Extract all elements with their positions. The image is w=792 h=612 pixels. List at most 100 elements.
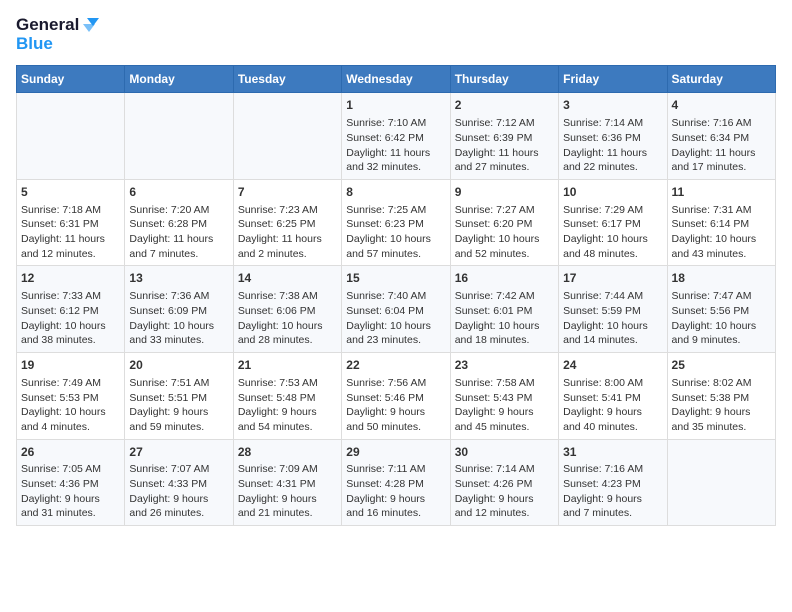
day-info: Sunrise: 7:11 AM Sunset: 4:28 PM Dayligh… <box>346 462 445 521</box>
day-info: Sunrise: 7:07 AM Sunset: 4:33 PM Dayligh… <box>129 462 228 521</box>
day-info: Sunrise: 7:31 AM Sunset: 6:14 PM Dayligh… <box>672 203 771 262</box>
day-number: 13 <box>129 270 228 287</box>
day-number: 14 <box>238 270 337 287</box>
calendar-cell: 26Sunrise: 7:05 AM Sunset: 4:36 PM Dayli… <box>17 439 125 526</box>
calendar-cell: 8 Sunrise: 7:25 AM Sunset: 6:23 PM Daylig… <box>342 179 450 266</box>
day-number: 27 <box>129 444 228 461</box>
day-number: 1 <box>346 97 445 114</box>
calendar-cell: 14 Sunrise: 7:38 AM Sunset: 6:06 PM Dayli… <box>233 266 341 353</box>
day-number: 20 <box>129 357 228 374</box>
calendar-cell: 9 Sunrise: 7:27 AM Sunset: 6:20 PM Daylig… <box>450 179 558 266</box>
calendar-cell: 11 Sunrise: 7:31 AM Sunset: 6:14 PM Dayli… <box>667 179 775 266</box>
day-info: Sunrise: 7:56 AM Sunset: 5:46 PM Dayligh… <box>346 376 445 435</box>
calendar-cell: 30Sunrise: 7:14 AM Sunset: 4:26 PM Dayli… <box>450 439 558 526</box>
page-header: General Blue <box>16 16 776 53</box>
calendar-cell: 6 Sunrise: 7:20 AM Sunset: 6:28 PM Daylig… <box>125 179 233 266</box>
day-info: Sunrise: 8:00 AM Sunset: 5:41 PM Dayligh… <box>563 376 662 435</box>
day-number: 6 <box>129 184 228 201</box>
calendar-cell <box>17 93 125 180</box>
day-number: 22 <box>346 357 445 374</box>
day-info: Sunrise: 7:16 AM Sunset: 4:23 PM Dayligh… <box>563 462 662 521</box>
day-number: 10 <box>563 184 662 201</box>
day-info: Sunrise: 7:14 AM Sunset: 6:36 PM Dayligh… <box>563 116 662 175</box>
calendar-cell: 10 Sunrise: 7:29 AM Sunset: 6:17 PM Dayli… <box>559 179 667 266</box>
calendar-cell <box>233 93 341 180</box>
day-number: 25 <box>672 357 771 374</box>
day-info: Sunrise: 7:58 AM Sunset: 5:43 PM Dayligh… <box>455 376 554 435</box>
logo: General Blue <box>16 16 99 53</box>
calendar-cell <box>667 439 775 526</box>
day-info: Sunrise: 7:51 AM Sunset: 5:51 PM Dayligh… <box>129 376 228 435</box>
day-info: Sunrise: 7:53 AM Sunset: 5:48 PM Dayligh… <box>238 376 337 435</box>
day-number: 28 <box>238 444 337 461</box>
day-info: Sunrise: 7:05 AM Sunset: 4:36 PM Dayligh… <box>21 462 120 521</box>
day-info: Sunrise: 7:29 AM Sunset: 6:17 PM Dayligh… <box>563 203 662 262</box>
day-header-friday: Friday <box>559 66 667 93</box>
calendar-cell: 17 Sunrise: 7:44 AM Sunset: 5:59 PM Dayli… <box>559 266 667 353</box>
day-number: 24 <box>563 357 662 374</box>
day-number: 12 <box>21 270 120 287</box>
day-info: Sunrise: 7:33 AM Sunset: 6:12 PM Dayligh… <box>21 289 120 348</box>
day-header-tuesday: Tuesday <box>233 66 341 93</box>
calendar-cell: 21Sunrise: 7:53 AM Sunset: 5:48 PM Dayli… <box>233 353 341 440</box>
day-info: Sunrise: 7:12 AM Sunset: 6:39 PM Dayligh… <box>455 116 554 175</box>
day-number: 18 <box>672 270 771 287</box>
calendar-cell: 5 Sunrise: 7:18 AM Sunset: 6:31 PM Daylig… <box>17 179 125 266</box>
calendar-cell: 25 Sunrise: 8:02 AM Sunset: 5:38 PM Dayli… <box>667 353 775 440</box>
calendar-cell: 4Sunrise: 7:16 AM Sunset: 6:34 PM Daylig… <box>667 93 775 180</box>
day-number: 16 <box>455 270 554 287</box>
day-info: Sunrise: 7:18 AM Sunset: 6:31 PM Dayligh… <box>21 203 120 262</box>
day-number: 30 <box>455 444 554 461</box>
day-info: Sunrise: 7:49 AM Sunset: 5:53 PM Dayligh… <box>21 376 120 435</box>
day-header-monday: Monday <box>125 66 233 93</box>
day-number: 23 <box>455 357 554 374</box>
calendar-cell: 27Sunrise: 7:07 AM Sunset: 4:33 PM Dayli… <box>125 439 233 526</box>
day-number: 26 <box>21 444 120 461</box>
day-number: 15 <box>346 270 445 287</box>
day-number: 29 <box>346 444 445 461</box>
day-header-wednesday: Wednesday <box>342 66 450 93</box>
day-number: 9 <box>455 184 554 201</box>
calendar-cell: 2 Sunrise: 7:12 AM Sunset: 6:39 PM Daylig… <box>450 93 558 180</box>
calendar-cell: 31Sunrise: 7:16 AM Sunset: 4:23 PM Dayli… <box>559 439 667 526</box>
calendar-cell: 15Sunrise: 7:40 AM Sunset: 6:04 PM Dayli… <box>342 266 450 353</box>
day-header-sunday: Sunday <box>17 66 125 93</box>
day-info: Sunrise: 7:36 AM Sunset: 6:09 PM Dayligh… <box>129 289 228 348</box>
calendar-cell: 13 Sunrise: 7:36 AM Sunset: 6:09 PM Dayli… <box>125 266 233 353</box>
day-header-thursday: Thursday <box>450 66 558 93</box>
calendar-cell: 18 Sunrise: 7:47 AM Sunset: 5:56 PM Dayli… <box>667 266 775 353</box>
calendar-cell: 22 Sunrise: 7:56 AM Sunset: 5:46 PM Dayli… <box>342 353 450 440</box>
day-number: 19 <box>21 357 120 374</box>
day-number: 3 <box>563 97 662 114</box>
calendar-cell: 20 Sunrise: 7:51 AM Sunset: 5:51 PM Dayli… <box>125 353 233 440</box>
day-info: Sunrise: 7:42 AM Sunset: 6:01 PM Dayligh… <box>455 289 554 348</box>
calendar-cell: 3 Sunrise: 7:14 AM Sunset: 6:36 PM Daylig… <box>559 93 667 180</box>
calendar-cell: 28Sunrise: 7:09 AM Sunset: 4:31 PM Dayli… <box>233 439 341 526</box>
calendar-cell: 16 Sunrise: 7:42 AM Sunset: 6:01 PM Dayli… <box>450 266 558 353</box>
day-number: 5 <box>21 184 120 201</box>
logo-text: General Blue <box>16 16 99 53</box>
day-info: Sunrise: 7:14 AM Sunset: 4:26 PM Dayligh… <box>455 462 554 521</box>
calendar-cell: 1 Sunrise: 7:10 AM Sunset: 6:42 PM Daylig… <box>342 93 450 180</box>
day-info: Sunrise: 7:27 AM Sunset: 6:20 PM Dayligh… <box>455 203 554 262</box>
day-info: Sunrise: 7:10 AM Sunset: 6:42 PM Dayligh… <box>346 116 445 175</box>
day-info: Sunrise: 7:38 AM Sunset: 6:06 PM Dayligh… <box>238 289 337 348</box>
day-info: Sunrise: 7:09 AM Sunset: 4:31 PM Dayligh… <box>238 462 337 521</box>
day-info: Sunrise: 7:47 AM Sunset: 5:56 PM Dayligh… <box>672 289 771 348</box>
day-number: 2 <box>455 97 554 114</box>
day-number: 11 <box>672 184 771 201</box>
calendar-cell <box>125 93 233 180</box>
calendar-header: SundayMondayTuesdayWednesdayThursdayFrid… <box>17 66 776 93</box>
day-info: Sunrise: 7:20 AM Sunset: 6:28 PM Dayligh… <box>129 203 228 262</box>
day-info: Sunrise: 7:25 AM Sunset: 6:23 PM Dayligh… <box>346 203 445 262</box>
calendar-cell: 29Sunrise: 7:11 AM Sunset: 4:28 PM Dayli… <box>342 439 450 526</box>
day-info: Sunrise: 8:02 AM Sunset: 5:38 PM Dayligh… <box>672 376 771 435</box>
day-info: Sunrise: 7:23 AM Sunset: 6:25 PM Dayligh… <box>238 203 337 262</box>
calendar-cell: 7Sunrise: 7:23 AM Sunset: 6:25 PM Daylig… <box>233 179 341 266</box>
day-header-saturday: Saturday <box>667 66 775 93</box>
day-info: Sunrise: 7:16 AM Sunset: 6:34 PM Dayligh… <box>672 116 771 175</box>
day-number: 8 <box>346 184 445 201</box>
day-info: Sunrise: 7:44 AM Sunset: 5:59 PM Dayligh… <box>563 289 662 348</box>
day-number: 17 <box>563 270 662 287</box>
calendar-cell: 19 Sunrise: 7:49 AM Sunset: 5:53 PM Dayli… <box>17 353 125 440</box>
